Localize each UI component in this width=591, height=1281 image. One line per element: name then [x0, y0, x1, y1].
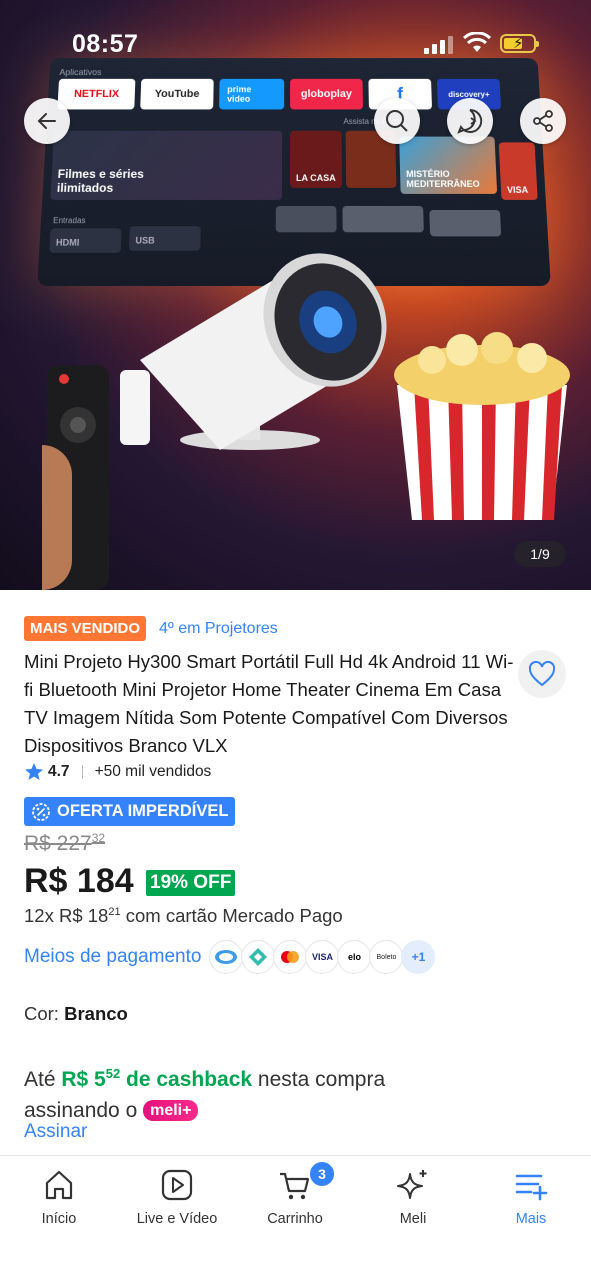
- bottom-nav: Início Live e Vídeo 3 Carrinho Meli Mais: [0, 1155, 591, 1281]
- share-icon: [533, 110, 553, 132]
- cashback-text: Até R$ 552 de cashback nesta compra assi…: [24, 1066, 386, 1122]
- home-icon: [45, 1170, 73, 1200]
- cart-count-badge: 3: [308, 1160, 336, 1188]
- divider: [81, 765, 83, 779]
- cart-icon: [280, 1172, 310, 1200]
- gallery-counter: 1/9: [514, 541, 566, 567]
- movie-card: MISTÉRIO MEDITERRÂNEO: [399, 136, 498, 194]
- pix-icon: [241, 940, 276, 974]
- meli-plus-badge: meli+: [143, 1100, 199, 1121]
- category-rank-link[interactable]: 4º em Projetores: [159, 620, 278, 638]
- wifi-icon: [463, 32, 491, 52]
- play-icon: [161, 1169, 193, 1201]
- subscribe-link[interactable]: Assinar: [24, 1121, 87, 1143]
- thumb: [275, 205, 337, 233]
- search-button[interactable]: [374, 98, 420, 144]
- installments: 12x R$ 1821 com cartão Mercado Pago: [24, 905, 343, 926]
- best-seller-badge: MAIS VENDIDO: [24, 616, 147, 641]
- remote-illustration: [42, 365, 109, 590]
- menu-plus-icon: [515, 1174, 548, 1201]
- badge-row: MAIS VENDIDO 4º em Projetores: [24, 616, 278, 641]
- sparkle-icon: [397, 1170, 427, 1199]
- mercado-pago-icon: [209, 940, 244, 974]
- payment-icons: VISA elo Boleto +1: [209, 940, 436, 974]
- popcorn-illustration: [394, 332, 570, 520]
- nav-label: Meli: [399, 1211, 427, 1227]
- movie-card: LA CASA: [289, 130, 343, 188]
- whatsapp-icon: [457, 108, 483, 134]
- usb-input: USB: [128, 226, 201, 251]
- status-bar: 08:57 ⚡: [0, 0, 591, 86]
- back-button[interactable]: [24, 98, 70, 144]
- discount-badge: 19% OFF: [146, 870, 236, 896]
- nav-cart[interactable]: 3 Carrinho: [236, 1156, 354, 1246]
- mastercard-icon: [273, 940, 308, 974]
- arrow-left-icon: [37, 113, 56, 129]
- nav-label: Início: [41, 1211, 77, 1227]
- rating-row[interactable]: 4.7 +50 mil vendidos: [24, 762, 211, 782]
- more-payments-badge: +1: [401, 940, 436, 974]
- nav-more[interactable]: Mais: [472, 1156, 590, 1246]
- signal-icon: [424, 36, 454, 54]
- payment-methods-row[interactable]: Meios de pagamento VISA elo Boleto +1: [24, 940, 436, 974]
- whatsapp-share-button[interactable]: [447, 98, 493, 144]
- thumb: [342, 205, 424, 233]
- elo-icon: elo: [337, 940, 372, 974]
- nav-live-video[interactable]: Live e Vídeo: [118, 1156, 236, 1246]
- boleto-icon: Boleto: [369, 940, 404, 974]
- nav-label: Carrinho: [267, 1211, 323, 1227]
- product-title: Mini Projeto Hy300 Smart Portátil Full H…: [24, 651, 514, 756]
- featured-card: Filmes e séries ilimitados: [50, 130, 283, 200]
- offer-badge: OFERTA IMPERDÍVEL: [24, 797, 236, 826]
- color-value: Branco: [64, 1003, 128, 1024]
- star-icon: [25, 763, 43, 780]
- discount-seal-icon: [32, 802, 50, 821]
- favorite-button[interactable]: [518, 650, 566, 698]
- movie-card: VISA: [498, 142, 538, 200]
- payment-methods-link[interactable]: Meios de pagamento: [24, 946, 201, 968]
- battery-icon: ⚡: [500, 34, 539, 53]
- hdmi-input: HDMI: [49, 228, 122, 253]
- color-selector[interactable]: Cor: Branco: [24, 1003, 128, 1025]
- projector-illustration: [120, 253, 387, 450]
- inputs-label: Entradas: [52, 216, 86, 226]
- rating-value: 4.7: [48, 763, 70, 780]
- thumb: [429, 209, 502, 237]
- offer-label: OFERTA IMPERDÍVEL: [57, 802, 229, 820]
- status-time: 08:57: [72, 30, 139, 58]
- current-price: R$ 184: [24, 862, 134, 900]
- heart-icon: [528, 661, 556, 687]
- old-price: R$ 22732: [24, 831, 106, 855]
- nav-meli[interactable]: Meli: [354, 1156, 472, 1246]
- visa-icon: VISA: [305, 940, 340, 974]
- share-button[interactable]: [520, 98, 566, 144]
- search-icon: [386, 110, 408, 132]
- product-image[interactable]: Aplicativos NETFLIX YouTube prime video …: [0, 0, 591, 590]
- nav-home[interactable]: Início: [0, 1156, 118, 1246]
- nav-label: Mais: [515, 1211, 547, 1227]
- nav-label: Live e Vídeo: [136, 1211, 218, 1227]
- sold-count: +50 mil vendidos: [94, 763, 212, 780]
